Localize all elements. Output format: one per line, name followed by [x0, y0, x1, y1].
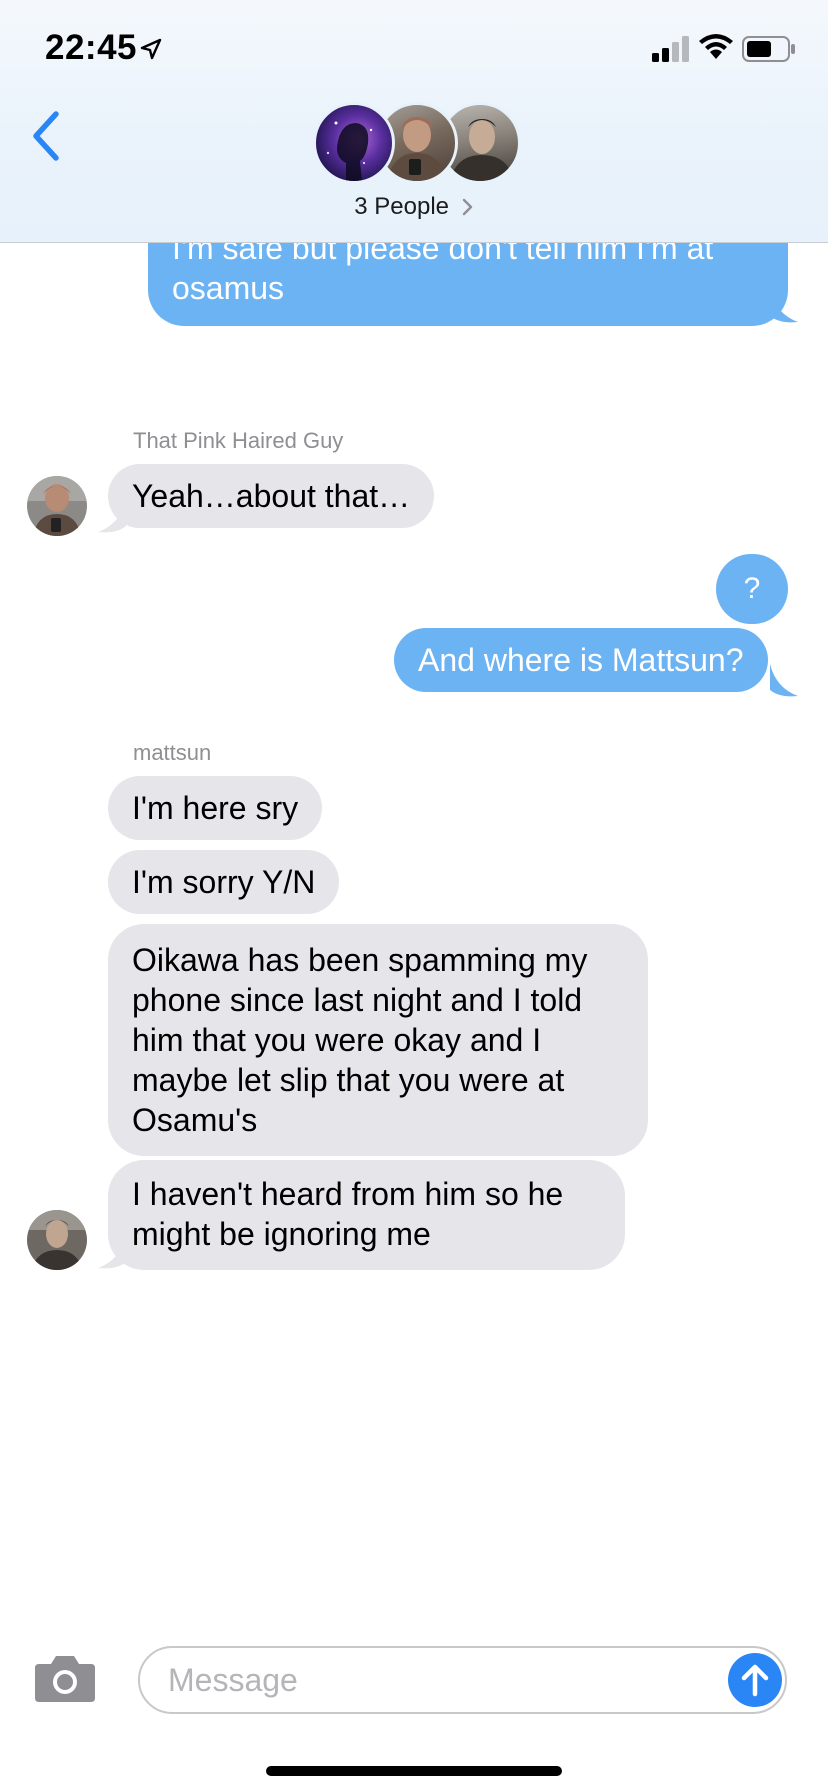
message-bubble-received[interactable]: Yeah…about that…: [108, 464, 435, 528]
wifi-icon: [699, 34, 733, 59]
send-button[interactable]: [728, 1653, 782, 1707]
signal-icon: [652, 36, 689, 62]
message-bubble-received[interactable]: I'm sorry Y/N: [108, 850, 340, 914]
chevron-left-icon[interactable]: [28, 110, 64, 162]
message-text: I'm here sry: [132, 790, 299, 826]
home-indicator[interactable]: [266, 1766, 562, 1776]
message-bubble-received[interactable]: Oikawa has been spamming my phone since …: [108, 924, 648, 1156]
camera-icon[interactable]: [33, 1654, 97, 1704]
sender-name: mattsun: [133, 740, 212, 765]
message-text: And where is Mattsun?: [418, 642, 744, 678]
bubble-tail: [98, 1236, 126, 1269]
group-avatars[interactable]: [313, 102, 521, 184]
message-input[interactable]: [138, 1646, 787, 1714]
conversation-header: 22:45 3 People: [0, 0, 828, 243]
message-text: I haven't heard from him so he might be …: [132, 1176, 564, 1252]
participant-avatar: [313, 102, 395, 184]
bubble-tail: [770, 290, 798, 323]
location-arrow-icon: [140, 38, 162, 60]
message-text: I'm sorry Y/N: [132, 864, 316, 900]
sender-name: That Pink Haired Guy: [133, 428, 344, 453]
message-bubble-received[interactable]: I'm here sry: [108, 776, 323, 840]
bubble-tail: [98, 500, 126, 533]
participants-count-text: 3 People: [354, 193, 450, 220]
message-text: Yeah…about that…: [132, 478, 411, 514]
message-bubble-received[interactable]: I haven't heard from him so he might be …: [108, 1160, 625, 1270]
message-text: Oikawa has been spamming my phone since …: [132, 942, 588, 1138]
bubble-tail: [770, 664, 798, 697]
arrow-up-icon: [741, 1664, 769, 1697]
participants-label[interactable]: 3 People: [0, 193, 828, 221]
message-thread[interactable]: I'm safe but please don't tell him I'm a…: [0, 0, 828, 1792]
message-bubble-sent[interactable]: ?: [716, 554, 788, 624]
chevron-right-icon: [462, 198, 472, 216]
message-bubble-sent[interactable]: And where is Mattsun?: [394, 628, 768, 692]
message-text: ?: [743, 572, 761, 605]
sender-avatar[interactable]: [27, 476, 87, 536]
battery-icon: [742, 36, 795, 62]
status-time: 22:45: [45, 28, 138, 67]
sender-avatar[interactable]: [27, 1210, 87, 1270]
